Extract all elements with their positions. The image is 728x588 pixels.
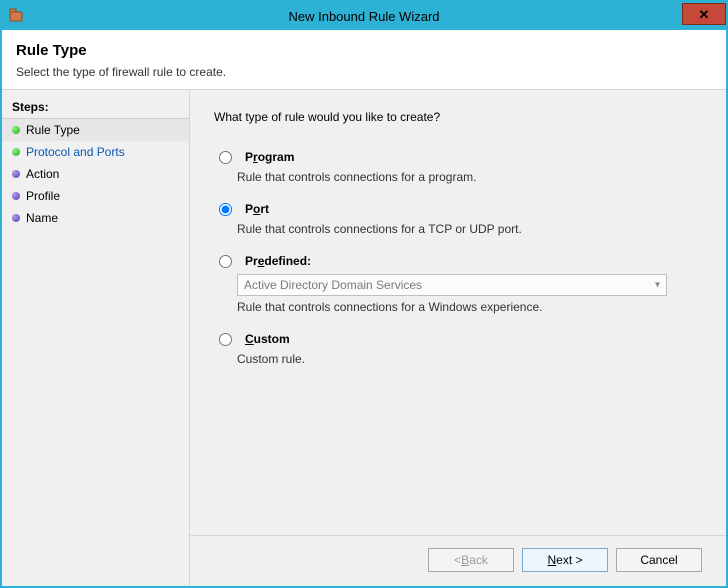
predefined-dropdown-value: Active Directory Domain Services (244, 278, 422, 292)
radio-custom[interactable] (219, 333, 232, 346)
page-subtitle: Select the type of firewall rule to crea… (16, 65, 712, 79)
step-bullet-icon (12, 214, 20, 222)
predefined-dropdown[interactable]: Active Directory Domain Services ▾ (237, 274, 667, 296)
page-title: Rule Type (16, 42, 712, 59)
step-profile[interactable]: Profile (2, 185, 189, 207)
option-custom-label: Custom (245, 332, 290, 346)
button-divider (190, 535, 726, 536)
option-predefined-desc: Rule that controls connections for a Win… (237, 300, 702, 314)
titlebar: New Inbound Rule Wizard ✕ (2, 2, 726, 30)
main-panel: What type of rule would you like to crea… (190, 90, 726, 586)
option-port-desc: Rule that controls connections for a TCP… (237, 222, 702, 236)
question-text: What type of rule would you like to crea… (214, 110, 702, 124)
wizard-body: Steps: Rule Type Protocol and Ports Acti… (2, 89, 726, 586)
next-button[interactable]: Next > (522, 548, 608, 572)
step-rule-type[interactable]: Rule Type (2, 119, 189, 141)
option-program-label: Program (245, 150, 294, 164)
step-bullet-icon (12, 170, 20, 178)
chevron-down-icon: ▾ (655, 280, 660, 291)
radio-port[interactable] (219, 203, 232, 216)
option-custom: Custom Custom rule. (214, 332, 702, 366)
step-label: Profile (26, 189, 60, 203)
radio-program[interactable] (219, 151, 232, 164)
step-bullet-icon (12, 192, 20, 200)
window-title: New Inbound Rule Wizard (2, 9, 726, 24)
option-predefined-label: Predefined: (245, 254, 311, 268)
wizard-header: Rule Type Select the type of firewall ru… (2, 30, 726, 89)
step-name[interactable]: Name (2, 207, 189, 229)
step-bullet-icon (12, 148, 20, 156)
button-bar: < Back Next > Cancel (428, 548, 702, 572)
step-action[interactable]: Action (2, 163, 189, 185)
step-label: Name (26, 211, 58, 225)
steps-sidebar: Steps: Rule Type Protocol and Ports Acti… (2, 90, 190, 586)
back-button[interactable]: < Back (428, 548, 514, 572)
step-label: Rule Type (26, 123, 80, 137)
step-protocol-and-ports[interactable]: Protocol and Ports (2, 141, 189, 163)
cancel-button[interactable]: Cancel (616, 548, 702, 572)
option-custom-desc: Custom rule. (237, 352, 702, 366)
option-port-label: Port (245, 202, 269, 216)
option-program-desc: Rule that controls connections for a pro… (237, 170, 702, 184)
step-label: Action (26, 167, 59, 181)
wizard-window: New Inbound Rule Wizard ✕ Rule Type Sele… (0, 0, 728, 588)
step-label: Protocol and Ports (26, 145, 125, 159)
steps-header: Steps: (2, 96, 189, 119)
option-port: Port Rule that controls connections for … (214, 202, 702, 236)
radio-predefined[interactable] (219, 255, 232, 268)
option-program: Program Rule that controls connections f… (214, 150, 702, 184)
option-predefined: Predefined: Active Directory Domain Serv… (214, 254, 702, 314)
step-bullet-icon (12, 126, 20, 134)
